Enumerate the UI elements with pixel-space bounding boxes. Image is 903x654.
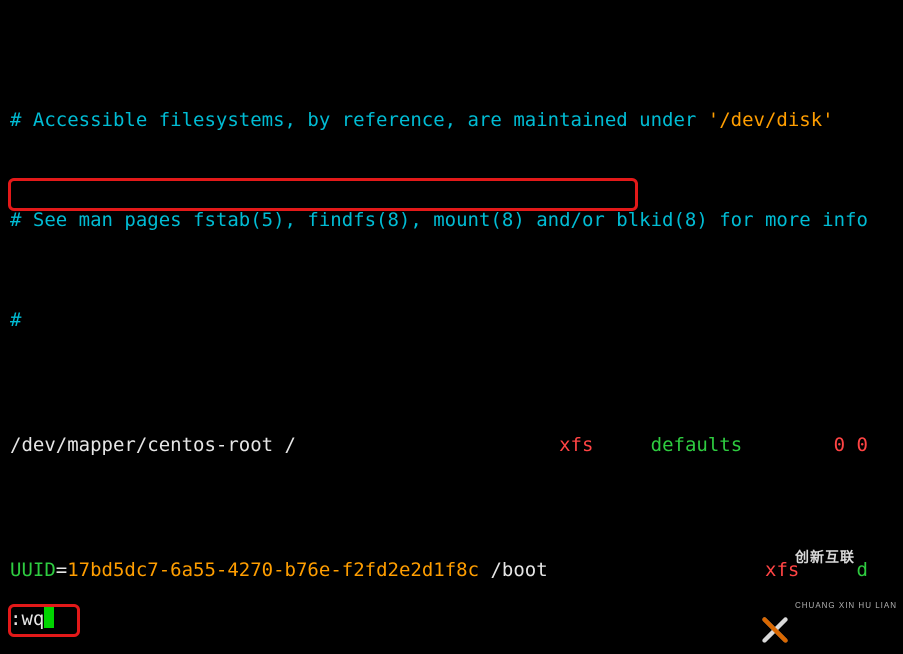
fstab-comment-line: # (10, 308, 903, 333)
watermark-sub: CHUANG XIN HU LIAN (795, 602, 897, 610)
fstype: xfs (559, 434, 593, 456)
comment-path: '/dev/disk' (708, 109, 834, 131)
dump-pass: 0 0 (834, 434, 868, 456)
device: /dev/mapper/centos-root / (10, 434, 296, 456)
watermark-logo-icon (761, 566, 789, 594)
mount-point: /boot (479, 559, 548, 581)
fstab-comment-line: # See man pages fstab(5), findfs(8), mou… (10, 208, 903, 233)
comment-text: # (10, 309, 21, 331)
vim-command: :wq (10, 608, 44, 630)
watermark: 创新互联 CHUANG XIN HU LIAN (761, 512, 897, 648)
uuid-value: 17bd5dc7-6a55-4270-b76e-f2fd2e2d1f8c (67, 559, 479, 581)
watermark-title: 创新互联 (795, 550, 897, 564)
eq: = (56, 559, 67, 581)
uuid-label: UUID (10, 559, 56, 581)
options: defaults (651, 434, 743, 456)
comment-text: # Accessible filesystems, by reference, … (10, 109, 708, 131)
fstab-comment-line: # Accessible filesystems, by reference, … (10, 108, 903, 133)
terminal-editor[interactable]: # Accessible filesystems, by reference, … (0, 0, 903, 654)
highlight-box (8, 178, 638, 211)
vim-command-line[interactable]: :wq (10, 607, 54, 632)
cursor-icon (44, 607, 54, 628)
fstab-entry-root: /dev/mapper/centos-root / xfs defaults 0… (10, 433, 903, 458)
comment-text: # See man pages fstab(5), findfs(8), mou… (10, 209, 868, 231)
